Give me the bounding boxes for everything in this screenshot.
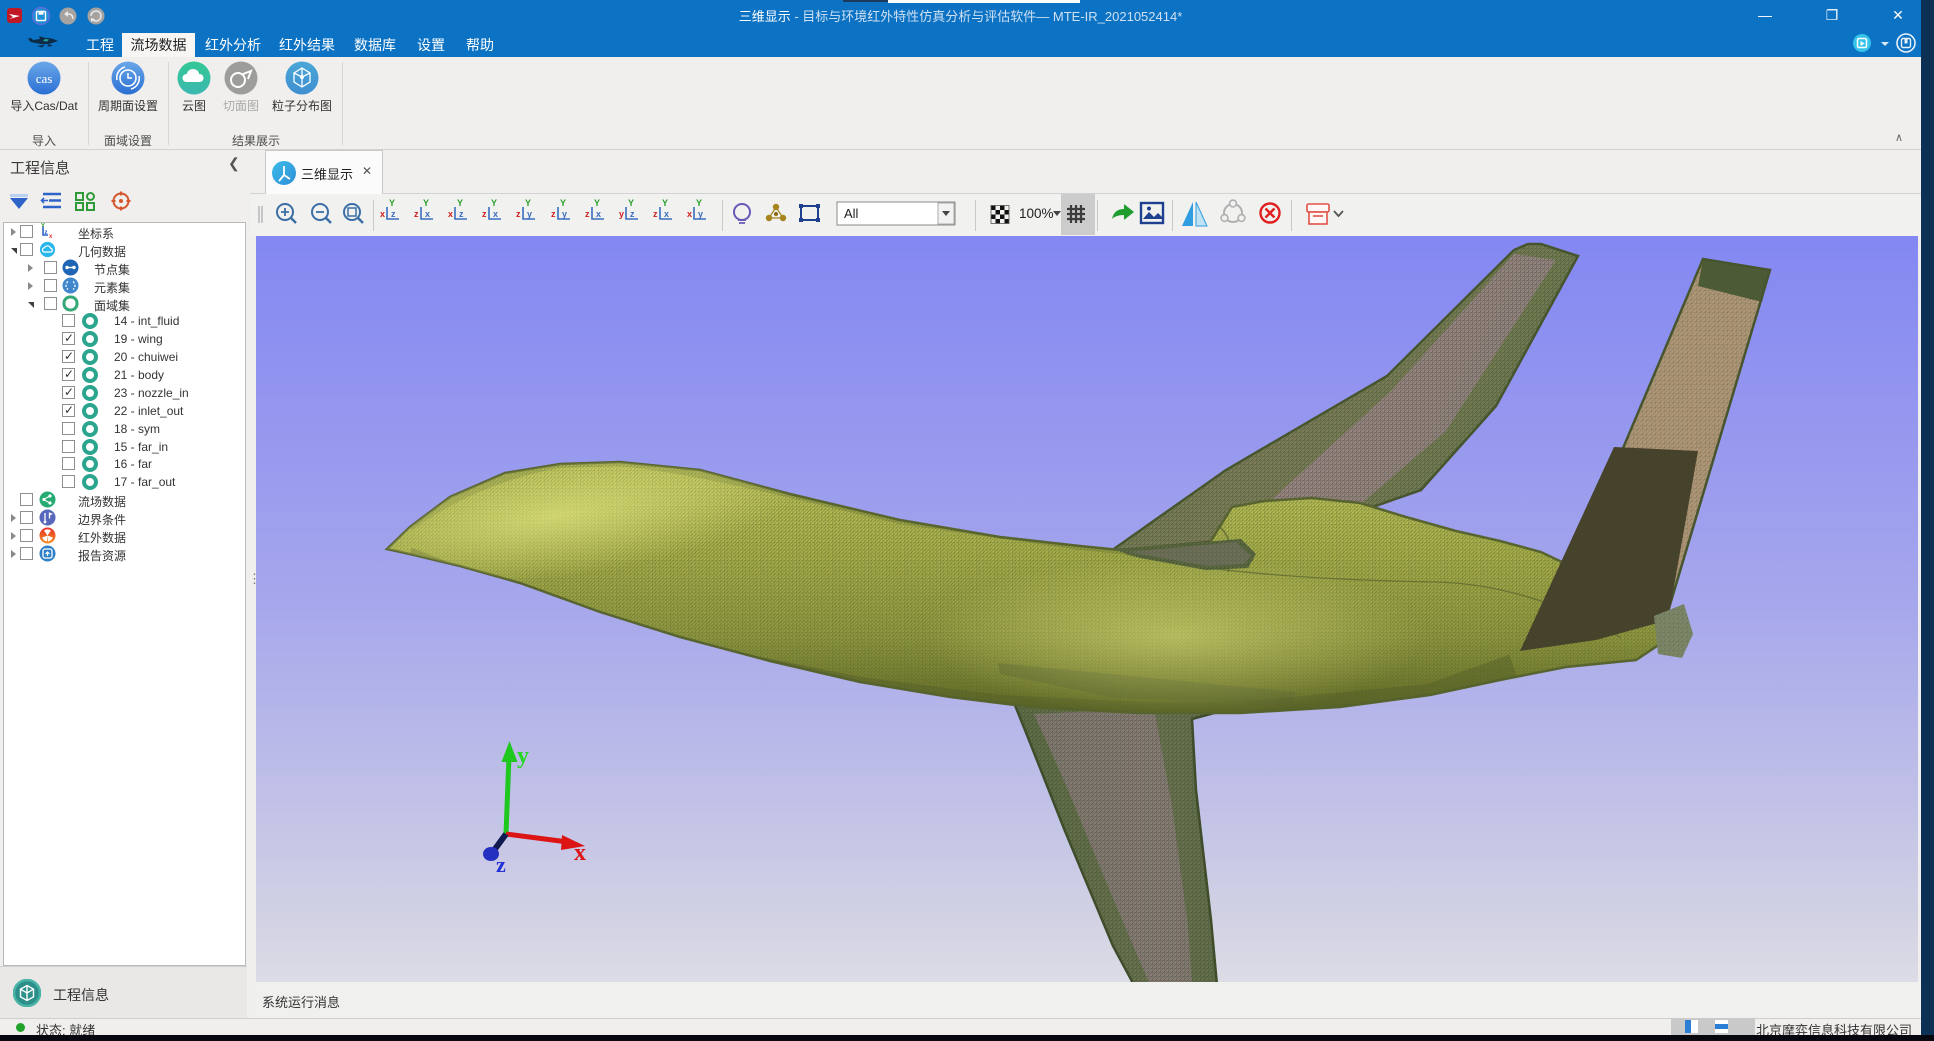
svg-text:x: x	[664, 209, 669, 219]
svg-text:Y: Y	[457, 198, 463, 208]
svg-text:Y: Y	[423, 198, 429, 208]
svg-text:Y: Y	[491, 198, 497, 208]
svg-text:z: z	[653, 209, 658, 219]
svg-text:Y: Y	[662, 198, 668, 208]
svg-text:z: z	[516, 209, 521, 219]
svg-text:Y: Y	[41, 224, 45, 230]
svg-text:Y: Y	[594, 198, 600, 208]
svg-text:x: x	[687, 209, 692, 219]
svg-text:z: z	[496, 852, 506, 877]
svg-text:x: x	[596, 209, 601, 219]
svg-text:z: z	[482, 209, 487, 219]
svg-text:x: x	[448, 209, 453, 219]
svg-text:y: y	[562, 209, 567, 219]
svg-text:Y: Y	[525, 198, 531, 208]
svg-text:x: x	[380, 209, 385, 219]
svg-text:y: y	[619, 209, 624, 219]
svg-text:z: z	[459, 209, 464, 219]
svg-text:100%: 100%	[1019, 206, 1054, 221]
svg-text:All: All	[844, 206, 859, 221]
svg-text:z: z	[585, 209, 590, 219]
svg-text:Y: Y	[696, 198, 702, 208]
svg-text:y: y	[527, 209, 532, 219]
svg-text:x: x	[49, 234, 53, 239]
svg-text:x: x	[425, 209, 430, 219]
svg-text:z: z	[391, 209, 396, 219]
svg-text:Y: Y	[389, 198, 395, 208]
svg-text:z: z	[45, 230, 48, 236]
svg-text:x: x	[493, 209, 498, 219]
svg-text:z: z	[414, 209, 419, 219]
svg-text:y: y	[517, 743, 529, 769]
svg-text:y: y	[698, 209, 703, 219]
svg-text:x: x	[574, 840, 586, 866]
svg-text:Y: Y	[560, 198, 566, 208]
svg-text:Y: Y	[628, 198, 634, 208]
svg-text:cas: cas	[36, 71, 53, 86]
svg-text:z: z	[630, 209, 635, 219]
svg-text:z: z	[551, 209, 556, 219]
